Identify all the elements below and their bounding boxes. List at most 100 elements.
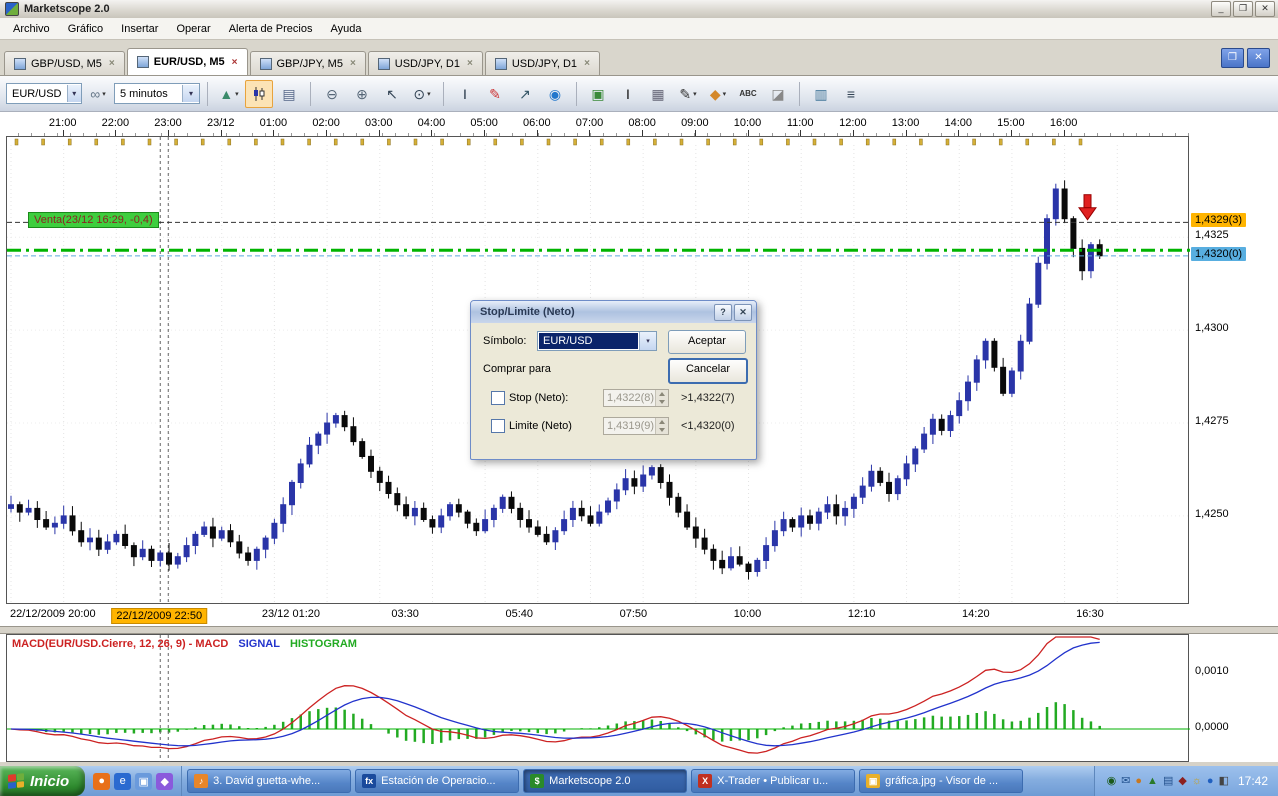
grid-icon[interactable]: ▥ xyxy=(807,80,835,108)
limit-checkbox[interactable] xyxy=(491,419,505,433)
tray-vpn-icon[interactable]: ▲ xyxy=(1147,776,1158,787)
spellcheck-icon-glyph: ABC xyxy=(739,90,756,98)
stop-checkbox[interactable] xyxy=(491,391,505,405)
quick-launch-media-icon[interactable]: ◆ xyxy=(156,773,173,790)
windows-flag-icon xyxy=(8,773,24,789)
tray-network-icon[interactable]: ◉ xyxy=(1107,776,1117,787)
quick-launch-ie-icon[interactable]: e xyxy=(114,773,131,790)
taskbar-clock[interactable]: 17:42 xyxy=(1238,774,1268,788)
menu-ayuda[interactable]: Ayuda xyxy=(321,20,370,38)
cancel-button[interactable]: Cancelar xyxy=(668,358,748,384)
spellcheck-icon[interactable]: ABC xyxy=(734,80,762,108)
zoom-out-icon[interactable]: ⊖ xyxy=(318,80,346,108)
tray-messenger-icon[interactable]: ● xyxy=(1207,776,1214,787)
zoom-in-icon[interactable]: ⊕ xyxy=(348,80,376,108)
timeframe-select[interactable]: 5 minutos▾ xyxy=(114,83,200,104)
toolbar-separator xyxy=(207,82,208,106)
tray-volume-icon[interactable]: ◧ xyxy=(1219,776,1229,787)
chevron-down-icon[interactable]: ▾ xyxy=(639,332,656,350)
price-axis-label: 1,4300 xyxy=(1191,321,1233,335)
date-axis-label: 16:30 xyxy=(1076,608,1104,620)
link-charts-icon[interactable]: ∞▾ xyxy=(84,80,112,108)
crosshair-cursor-icon[interactable]: I xyxy=(451,80,479,108)
info-circle-icon[interactable]: ◉ xyxy=(541,80,569,108)
task-x-trader-publicar-u[interactable]: XX-Trader • Publicar u... xyxy=(691,769,855,793)
time-axis-label: 01:00 xyxy=(260,117,288,129)
tab-close-icon[interactable]: × xyxy=(350,58,356,69)
chart-type-candlestick-icon[interactable] xyxy=(245,80,273,108)
tab-eur-usd-m5[interactable]: EUR/USD, M5× xyxy=(127,48,248,75)
marker-pen-icon[interactable]: ✎ xyxy=(481,80,509,108)
task-gr-fica-jpg-visor-de[interactable]: ▣gráfica.jpg - Visor de ... xyxy=(859,769,1023,793)
text-tool-icon[interactable]: I xyxy=(614,80,642,108)
chevron-down-icon: ▾ xyxy=(102,90,106,98)
dialog-help-button[interactable]: ? xyxy=(714,304,732,321)
chart-type-line-icon[interactable]: ▲▾ xyxy=(215,80,243,108)
eraser-icon[interactable]: ◪ xyxy=(764,80,792,108)
tray-icons: ◉ ✉ ● ▲ ▤ ◆ ☼ ● ◧ xyxy=(1107,776,1229,787)
tab-usd-jpy-d1[interactable]: USD/JPY, D1× xyxy=(485,51,600,75)
titlebar[interactable]: Marketscope 2.0 _❐✕ xyxy=(0,0,1278,19)
time-axis-label: 15:00 xyxy=(997,117,1025,129)
tab-gbp-usd-m5[interactable]: GBP/USD, M5× xyxy=(4,51,125,75)
tray-antivirus-icon[interactable]: ◆ xyxy=(1178,776,1186,787)
tab-gbp-jpy-m5[interactable]: GBP/JPY, M5× xyxy=(250,51,366,75)
menu-insertar[interactable]: Insertar xyxy=(112,20,167,38)
image-icon[interactable]: ▣ xyxy=(584,80,612,108)
shapes-tool-icon[interactable]: ◆▾ xyxy=(704,80,732,108)
text-tool-icon-glyph: I xyxy=(626,87,630,101)
chevron-down-icon[interactable]: ▾ xyxy=(67,85,81,102)
stop-spinner-down[interactable] xyxy=(656,398,668,406)
task-3-david-guetta-whe[interactable]: ♪3. David guetta-whe... xyxy=(187,769,351,793)
pointer-tool-icon[interactable]: ↖ xyxy=(378,80,406,108)
quick-launch-desktop-icon[interactable]: ▣ xyxy=(135,773,152,790)
time-axis-label: 11:00 xyxy=(787,117,814,129)
sell-trade-label[interactable]: Venta(23/12 16:29, -0,4) xyxy=(28,212,159,228)
tab-close-icon[interactable]: × xyxy=(584,58,590,69)
task-marketscope-2-0[interactable]: $Marketscope 2.0 xyxy=(523,769,687,793)
symbol-select[interactable]: EUR/USD▾ xyxy=(6,83,82,104)
mdi-window-controls: ❐✕ xyxy=(1221,48,1270,68)
tray-mail-icon[interactable]: ✉ xyxy=(1121,776,1130,787)
dialog-titlebar[interactable]: Stop/Limite (Neto) ? ✕ xyxy=(471,301,756,323)
task-estaci-n-de-operacio[interactable]: fxEstación de Operacio... xyxy=(355,769,519,793)
quick-launch-browser-icon[interactable]: ● xyxy=(93,773,110,790)
tab-close-icon[interactable]: × xyxy=(232,57,238,68)
tab-close-icon[interactable]: × xyxy=(467,58,473,69)
mdi-close-button[interactable]: ✕ xyxy=(1247,48,1270,68)
stop-spinner-up[interactable] xyxy=(656,390,668,398)
date-axis-label: 10:00 xyxy=(734,608,762,620)
panel-splitter[interactable] xyxy=(0,626,1278,634)
indicators-list-icon[interactable]: ≡ xyxy=(837,80,865,108)
limit-spinner-up[interactable] xyxy=(656,418,668,426)
calendar-icon[interactable]: ▦ xyxy=(644,80,672,108)
menu-archivo[interactable]: Archivo xyxy=(4,20,59,38)
tray-display-icon[interactable]: ▤ xyxy=(1163,776,1173,787)
maximize-button[interactable]: ❐ xyxy=(1233,1,1253,17)
calendar-icon-glyph: ▦ xyxy=(651,87,664,101)
close-button[interactable]: ✕ xyxy=(1255,1,1275,17)
stop-price-field[interactable]: 1,4322(8) xyxy=(603,389,669,407)
mdi-restore-button[interactable]: ❐ xyxy=(1221,48,1244,68)
menu-alerta-de-precios[interactable]: Alerta de Precios xyxy=(220,20,322,38)
expand-chart-icon[interactable]: ↗ xyxy=(511,80,539,108)
menu-gr-fico[interactable]: Gráfico xyxy=(59,20,112,38)
pencil-tool-icon[interactable]: ✎▾ xyxy=(674,80,702,108)
limit-price-field[interactable]: 1,4319(9) xyxy=(603,417,669,435)
accept-button[interactable]: Aceptar xyxy=(668,330,746,354)
time-axis-label: 23:00 xyxy=(154,117,182,129)
dialog-close-button[interactable]: ✕ xyxy=(734,304,752,321)
start-button[interactable]: Inicio xyxy=(0,766,85,796)
tab-usd-jpy-d1[interactable]: USD/JPY, D1× xyxy=(368,51,483,75)
macd-chart[interactable] xyxy=(6,634,1189,762)
tray-update-icon[interactable]: ● xyxy=(1135,776,1142,787)
minimize-button[interactable]: _ xyxy=(1211,1,1231,17)
chevron-down-icon[interactable]: ▾ xyxy=(182,85,199,102)
magnifier-icon[interactable]: ⊙▾ xyxy=(408,80,436,108)
limit-spinner-down[interactable] xyxy=(656,426,668,434)
symbol-dropdown[interactable]: EUR/USD ▾ xyxy=(537,331,657,351)
menu-operar[interactable]: Operar xyxy=(167,20,219,38)
chart-type-ohlc-icon[interactable]: ▤ xyxy=(275,80,303,108)
tray-brightness-icon[interactable]: ☼ xyxy=(1192,776,1202,787)
tab-close-icon[interactable]: × xyxy=(109,58,115,69)
